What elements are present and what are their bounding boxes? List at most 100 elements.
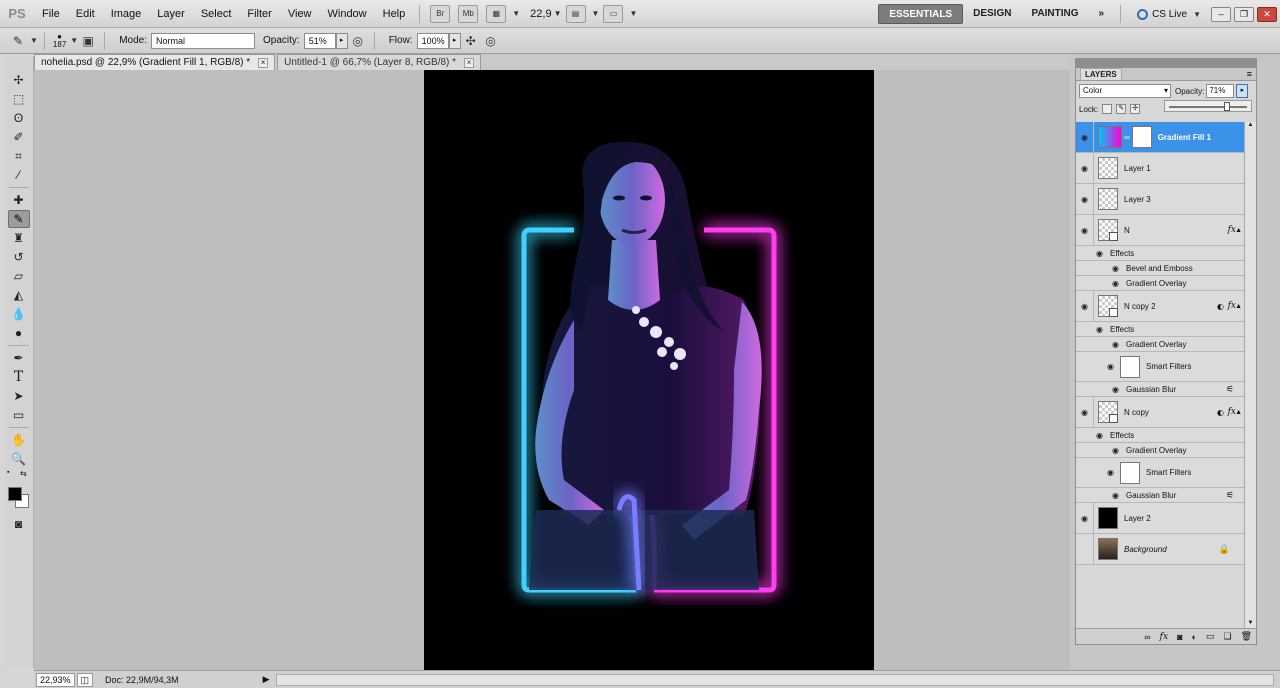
layer-opacity-input[interactable]: 71% [1206, 84, 1235, 98]
lock-transparency-icon[interactable] [1102, 104, 1113, 114]
minimize-icon[interactable]: – [1211, 6, 1231, 22]
panel-dock-header[interactable] [1075, 58, 1257, 67]
rectangle-tool-icon[interactable]: ▭ [8, 406, 30, 424]
lock-pixels-icon[interactable]: ✎ [1116, 104, 1127, 114]
airbrush-icon[interactable]: ✣ [461, 32, 481, 50]
marquee-tool-icon[interactable]: ⬚ [8, 90, 30, 108]
close-icon[interactable]: ✕ [1257, 6, 1277, 22]
zoom-level-field[interactable]: 22,9 [530, 8, 551, 20]
zoom-status-field[interactable]: 22,93% [36, 672, 75, 687]
visibility-eye-icon[interactable]: ◉ [1076, 246, 1106, 260]
visibility-eye-icon[interactable]: ◉ [1076, 215, 1094, 245]
history-brush-tool-icon[interactable]: ↺ [8, 248, 30, 266]
more-workspaces-button[interactable]: » [1089, 4, 1115, 24]
panel-menu-icon[interactable]: ≡ [1247, 69, 1252, 79]
eyedropper-tool-icon[interactable]: ⁄ [8, 166, 30, 184]
effects-row[interactable]: ◉ Effects [1076, 322, 1244, 337]
smart-filter-icon[interactable]: ◐ [1217, 408, 1224, 417]
filter-blending-options-icon[interactable]: ⚟ [1226, 490, 1234, 501]
dodge-tool-icon[interactable]: ● [8, 324, 30, 342]
foreground-color-swatch[interactable] [7, 487, 22, 501]
workspace-design[interactable]: DESIGN [963, 4, 1021, 24]
link-icon[interactable]: ∞ [1124, 133, 1130, 142]
menu-edit[interactable]: Edit [68, 8, 103, 20]
effect-row-gradient-overlay[interactable]: ◉ Gradient Overlay [1076, 276, 1244, 291]
smart-filters-row[interactable]: ◉ Smart Filters [1076, 458, 1244, 488]
crop-tool-icon[interactable]: ⌗ [8, 147, 30, 165]
chevron-down-icon[interactable]: ▼ [30, 36, 38, 45]
chevron-down-icon[interactable]: ▼ [512, 9, 520, 18]
cs-live-button[interactable]: CS Live ▼ [1127, 8, 1211, 20]
visibility-eye-icon[interactable]: ◉ [1076, 122, 1094, 152]
visibility-eye-icon[interactable]: ◉ [1076, 443, 1122, 457]
effects-row[interactable]: ◉ Effects [1076, 428, 1244, 443]
slider-thumb[interactable] [1224, 102, 1231, 111]
layer-row-layer-1[interactable]: ◉ Layer 1 [1076, 153, 1244, 184]
effect-row-gradient-overlay[interactable]: ◉ Gradient Overlay [1076, 443, 1244, 458]
brush-tool-icon[interactable]: ✎ [7, 210, 30, 228]
clone-stamp-tool-icon[interactable]: ♜ [8, 229, 30, 247]
visibility-eye-icon[interactable]: ◉ [1076, 397, 1094, 427]
swap-colors-icon[interactable]: ⇆ [20, 469, 27, 478]
chevron-down-icon[interactable]: ▼ [629, 9, 637, 18]
restore-icon[interactable]: ❐ [1234, 6, 1254, 22]
flow-input[interactable]: 100% [416, 32, 449, 49]
effects-collapse-icon[interactable]: ▲ [1235, 409, 1242, 416]
layer-opacity-slider[interactable] [1164, 100, 1252, 112]
opacity-input[interactable]: 51% [303, 32, 336, 49]
new-group-icon[interactable]: ▭ [1206, 631, 1215, 642]
move-tool-icon[interactable]: ✢ [8, 71, 30, 89]
pen-tool-icon[interactable]: ✒ [8, 349, 30, 367]
tab-nohelia[interactable]: nohelia.psd @ 22,9% (Gradient Fill 1, RG… [34, 54, 276, 70]
screen-mode-button[interactable]: ▭ [603, 4, 624, 23]
zoom-tool-icon[interactable]: 🔍 [8, 450, 30, 468]
smart-filters-row[interactable]: ◉ Smart Filters [1076, 352, 1244, 382]
mini-bridge-button[interactable]: Mb [458, 4, 479, 23]
link-layers-icon[interactable]: ∞ [1144, 632, 1150, 642]
layers-panel-tab[interactable]: LAYERS [1080, 68, 1122, 80]
layer-row-n-copy-2[interactable]: ◉ N copy 2 ◐ fx ▲ [1076, 291, 1244, 322]
canvas-workspace[interactable] [34, 70, 1070, 670]
workspace-painting[interactable]: PAINTING [1021, 4, 1088, 24]
status-info-icon[interactable]: ◫ [76, 672, 94, 687]
layer-row-n-copy[interactable]: ◉ N copy ◐ fx ▲ [1076, 397, 1244, 428]
type-tool-icon[interactable]: T [8, 368, 30, 386]
chevron-down-icon[interactable]: ▼ [70, 36, 78, 45]
opacity-slider-button[interactable]: ▸ [335, 32, 348, 49]
smart-filter-icon[interactable]: ◐ [1217, 302, 1224, 311]
close-icon[interactable]: × [258, 57, 269, 68]
add-layer-style-icon[interactable]: fx [1160, 632, 1168, 642]
quick-mask-icon[interactable]: ◙ [8, 515, 30, 533]
visibility-eye-icon[interactable]: ◉ [1076, 276, 1122, 290]
new-layer-icon[interactable]: ❏ [1223, 631, 1231, 642]
effect-row-gradient-overlay[interactable]: ◉ Gradient Overlay [1076, 337, 1244, 352]
layer-row-background[interactable]: ◉ Background 🔒 [1076, 534, 1244, 565]
effect-row-bevel-emboss[interactable]: ◉ Bevel and Emboss [1076, 261, 1244, 276]
effects-row[interactable]: ◉ Effects [1076, 246, 1244, 261]
filter-blending-options-icon[interactable]: ⚟ [1226, 384, 1234, 395]
visibility-eye-icon[interactable]: ◉ [1076, 184, 1094, 214]
visibility-eye-icon[interactable]: ◉ [1076, 352, 1116, 381]
hand-tool-icon[interactable]: ✋ [8, 431, 30, 449]
menu-help[interactable]: Help [375, 8, 414, 20]
visibility-eye-icon[interactable]: ◉ [1076, 153, 1094, 183]
menu-filter[interactable]: Filter [239, 8, 279, 20]
document-canvas[interactable] [424, 70, 874, 670]
visibility-toggle-hidden[interactable]: ◉ [1076, 534, 1094, 564]
layer-row-gradient-fill-1[interactable]: ◉ ∞ Gradient Fill 1 [1076, 122, 1244, 153]
lasso-tool-icon[interactable]: ʘ [8, 109, 30, 127]
delete-layer-icon[interactable]: 🗑 [1241, 631, 1252, 642]
filter-row-gaussian-blur[interactable]: ◉ Gaussian Blur ⚟ [1076, 382, 1244, 397]
layer-mask-thumbnail[interactable] [1131, 126, 1152, 148]
mode-select[interactable]: Normal [151, 32, 255, 49]
arrange-documents-button[interactable]: ▤ [565, 4, 586, 23]
lock-position-icon[interactable]: ✢ [1130, 104, 1141, 114]
view-extras-button[interactable]: ▦ [486, 4, 507, 23]
effects-collapse-icon[interactable]: ▲ [1235, 303, 1242, 310]
visibility-eye-icon[interactable]: ◉ [1076, 458, 1116, 487]
pressure-size-icon[interactable]: ◎ [481, 32, 501, 50]
visibility-eye-icon[interactable]: ◉ [1076, 428, 1106, 442]
scroll-up-icon[interactable]: ▲ [1245, 122, 1256, 132]
toolbox-grip[interactable] [4, 56, 33, 70]
brush-panel-toggle-icon[interactable]: ▣ [78, 32, 98, 50]
